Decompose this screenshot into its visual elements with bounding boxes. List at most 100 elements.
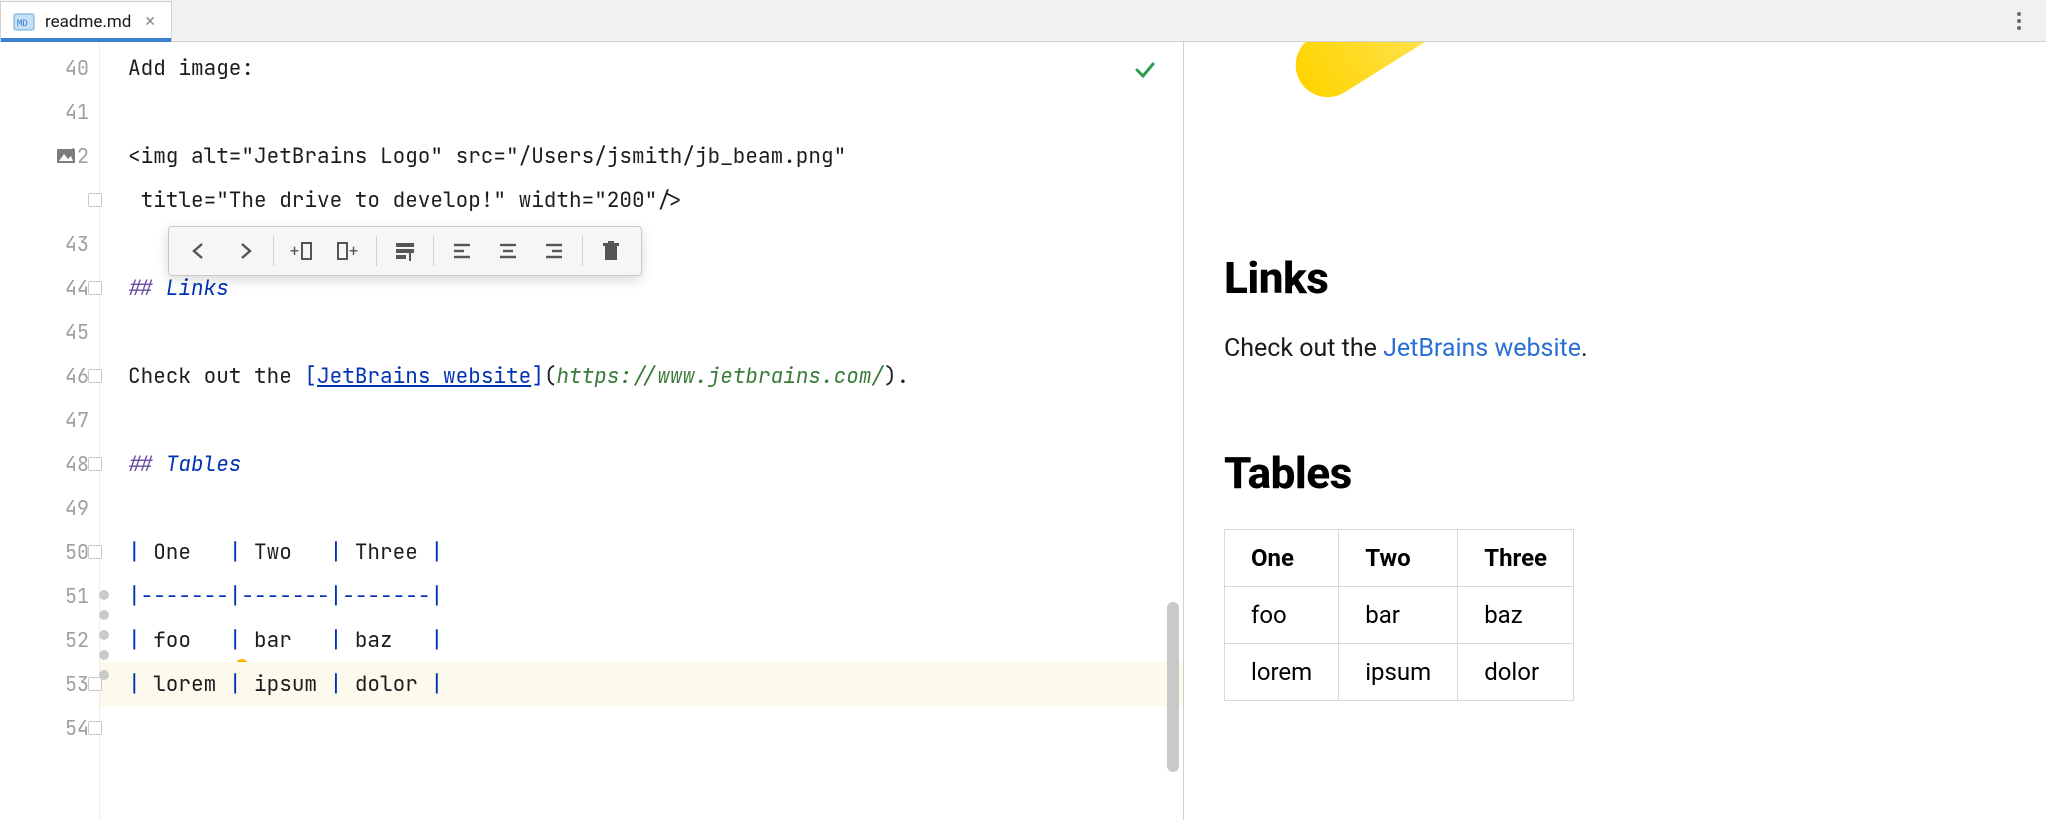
link-paren: (	[544, 363, 557, 390]
table-row: lorem ipsum dolor	[1225, 644, 1574, 701]
md-heading-marker: ##	[128, 451, 166, 478]
table-cell: Three	[355, 539, 431, 566]
table-row: foo bar baz	[1225, 587, 1574, 644]
lineno: 54	[65, 715, 89, 741]
lineno: 52	[65, 627, 89, 653]
markdown-file-icon: MD	[13, 11, 35, 33]
toolbar-separator	[433, 236, 434, 266]
svg-text:MD: MD	[17, 19, 28, 29]
lineno: 47	[65, 407, 89, 433]
table-sep: -------	[241, 583, 329, 610]
svg-text:+: +	[290, 241, 299, 260]
toolbar-separator	[582, 236, 583, 266]
lineno: 50	[65, 539, 89, 565]
table-pipe: |	[229, 539, 254, 566]
kebab-menu-icon[interactable]	[2002, 4, 2036, 38]
close-icon[interactable]: ×	[141, 11, 159, 32]
align-left-button[interactable]	[440, 231, 484, 271]
align-right-button[interactable]	[532, 231, 576, 271]
move-right-button[interactable]	[223, 231, 267, 271]
code-text: .	[897, 363, 910, 390]
change-markers	[99, 590, 105, 680]
table-header-cell: Three	[1458, 530, 1574, 587]
preview-text: .	[1581, 334, 1588, 363]
table-pipe: |	[330, 627, 355, 654]
code-editor[interactable]: Add image: <img alt="JetBrains Logo" src…	[100, 42, 1183, 820]
fold-handle-icon[interactable]	[88, 545, 102, 559]
link-paren: )	[884, 363, 897, 390]
insert-column-after-button[interactable]: +	[326, 231, 370, 271]
table-pipe: |	[229, 671, 254, 698]
lineno: 45	[65, 319, 89, 345]
toolbar-separator	[273, 236, 274, 266]
table-pipe: |	[128, 583, 141, 610]
image-gutter-icon[interactable]	[56, 146, 76, 166]
fold-handle-icon[interactable]	[88, 457, 102, 471]
change-dot-icon	[99, 670, 109, 680]
align-center-button[interactable]	[486, 231, 530, 271]
link-text: JetBrains website	[317, 363, 531, 390]
lineno: 53	[65, 671, 89, 697]
gutter: 40 41 42 43 44 45 46 47 48 49 50 51 52 5…	[0, 42, 100, 820]
lineno: 40	[65, 55, 89, 81]
table-pipe: |	[430, 539, 443, 566]
change-dot-icon	[99, 650, 109, 660]
tab-label: readme.md	[45, 12, 131, 32]
table-pipe: |	[430, 671, 443, 698]
code-text: <img alt="JetBrains Logo" src="/Users/js…	[128, 143, 846, 170]
table-pipe: |	[330, 583, 343, 610]
fold-handle-icon[interactable]	[88, 721, 102, 735]
jetbrains-beam-image	[1284, 42, 1545, 174]
code-text: title="The drive to develop!" width="200…	[128, 187, 682, 214]
svg-text:+: +	[349, 241, 358, 260]
change-dot-icon	[99, 630, 109, 640]
table-pipe: |	[430, 583, 443, 610]
tab-bar: MD readme.md ×	[0, 0, 2046, 42]
lineno: 44	[65, 275, 89, 301]
preview-heading-tables: Tables	[1224, 447, 2006, 499]
link-url: https://www.jetbrains.com/	[556, 363, 884, 390]
table-cell: dolor	[1458, 644, 1574, 701]
fold-handle-icon[interactable]	[88, 281, 102, 295]
table-pipe: |	[330, 671, 355, 698]
table-sep: -------	[141, 583, 229, 610]
link-bracket: [	[304, 363, 317, 390]
table-pipe: |	[128, 627, 153, 654]
preview-link[interactable]: JetBrains website	[1383, 334, 1581, 363]
lineno: 48	[65, 451, 89, 477]
md-heading-text: Links	[166, 275, 229, 302]
table-header-cell: Two	[1339, 530, 1458, 587]
link-bracket: ]	[531, 363, 544, 390]
preview-table: One Two Three foo bar baz lorem ipsum do…	[1224, 529, 1574, 701]
table-pipe: |	[128, 671, 153, 698]
table-pipe: |	[229, 627, 254, 654]
vertical-scrollbar[interactable]	[1167, 602, 1179, 772]
table-sep: -------	[342, 583, 430, 610]
table-cell: dolor	[355, 671, 431, 698]
change-dot-icon	[99, 590, 109, 600]
table-cell: Two	[254, 539, 330, 566]
preview-heading-links: Links	[1224, 252, 2006, 304]
insert-column-before-button[interactable]: +	[280, 231, 324, 271]
lineno: 43	[65, 231, 89, 257]
tab-readme[interactable]: MD readme.md ×	[0, 1, 172, 41]
move-left-button[interactable]	[177, 231, 221, 271]
delete-button[interactable]	[589, 231, 633, 271]
md-heading-marker: ##	[128, 275, 166, 302]
fold-handle-icon[interactable]	[88, 369, 102, 383]
lineno: 46	[65, 363, 89, 389]
table-cell: ipsum	[1339, 644, 1458, 701]
intention-bulb-icon[interactable]	[106, 630, 126, 650]
table-cell: lorem	[1225, 644, 1339, 701]
preview-pane: Links Check out the JetBrains website. T…	[1184, 42, 2046, 820]
code-text: Add image:	[128, 55, 254, 82]
table-pipe: |	[229, 583, 242, 610]
select-cell-button[interactable]	[383, 231, 427, 271]
table-pipe: |	[430, 627, 443, 654]
code-text: Check out the	[128, 363, 304, 390]
md-heading-text: Tables	[166, 451, 242, 478]
table-cell: foo	[1225, 587, 1339, 644]
fold-handle-icon[interactable]	[88, 193, 102, 207]
lineno: 41	[65, 99, 89, 125]
lineno: 49	[65, 495, 89, 521]
